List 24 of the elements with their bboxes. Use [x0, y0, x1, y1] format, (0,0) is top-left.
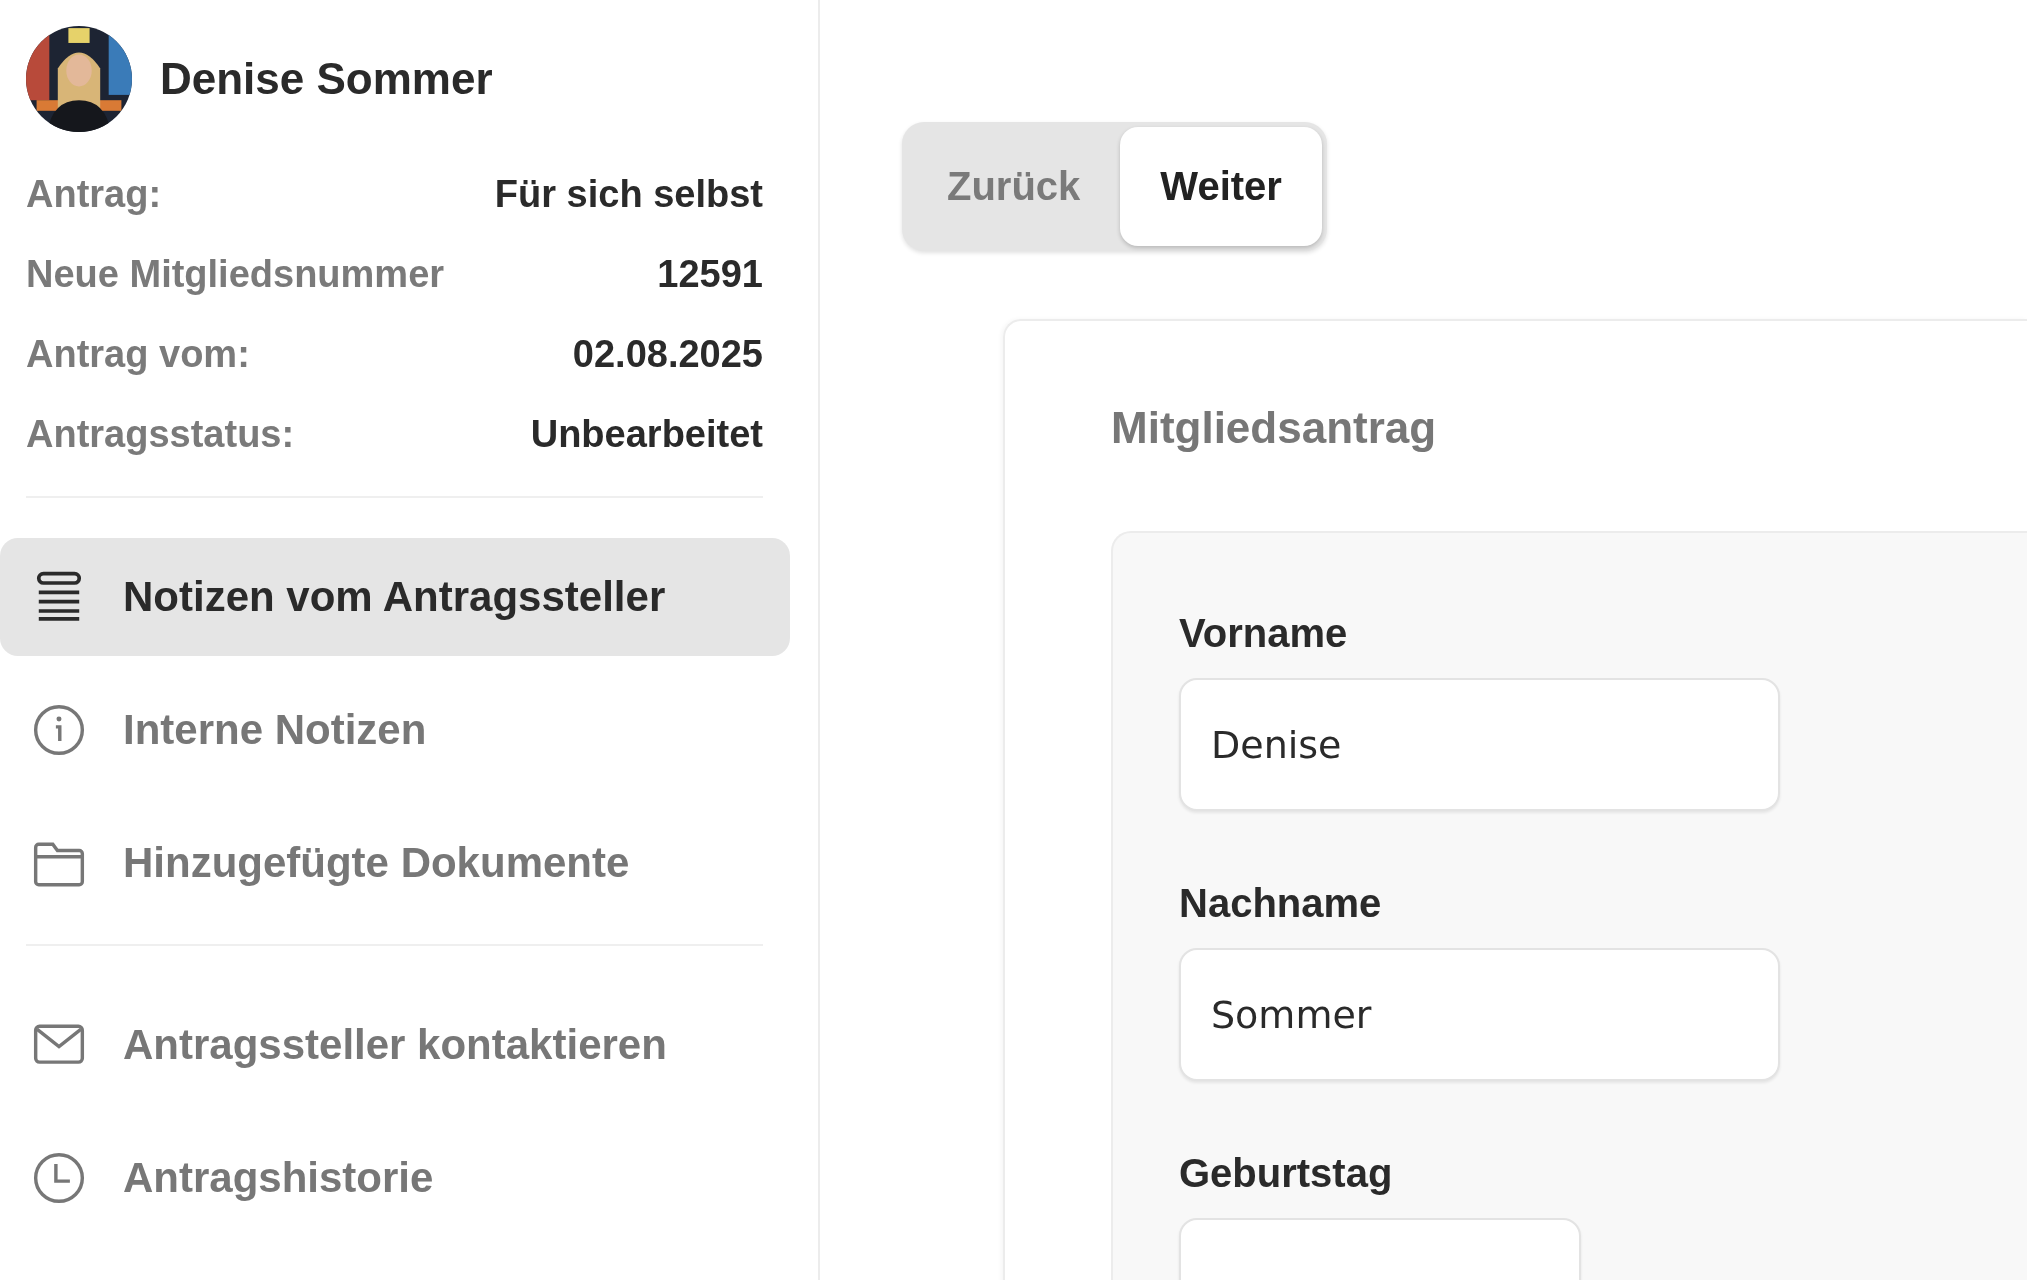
info-value: 02.08.2025 — [572, 332, 763, 376]
sidebar-item[interactable]: Notizen vom Antragssteller — [0, 538, 790, 656]
info-value: Unbearbeitet — [530, 412, 763, 456]
sidebar-item[interactable]: Hinzugefügte Dokumente — [0, 804, 790, 922]
applicant-name: Denise Sommer — [160, 54, 493, 104]
clock-icon — [31, 1150, 87, 1206]
info-label: Antrag: — [26, 172, 162, 216]
field-label: Geburtstag — [1179, 1151, 1394, 1196]
info-value: 12591 — [657, 252, 763, 296]
info-icon — [31, 702, 87, 758]
info-value: Für sich selbst — [494, 172, 763, 216]
back-button[interactable]: Zurück — [907, 127, 1121, 246]
form-title: Mitgliedsantrag — [1111, 403, 1438, 453]
field-label: Nachname — [1179, 881, 1383, 926]
sidebar-item[interactable]: Antragssteller kontaktieren — [0, 986, 790, 1104]
info-label: Neue Mitgliedsnummer — [26, 252, 445, 296]
input-field[interactable]: Sommer — [1179, 948, 1780, 1081]
info-label: Antrag vom: — [26, 332, 250, 376]
sidebar-item[interactable]: Antragshistorie — [0, 1119, 790, 1237]
input-field[interactable]: Denise — [1179, 678, 1780, 811]
sidebar-item[interactable]: Interne Notizen — [0, 671, 790, 789]
info-label: Antragsstatus: — [26, 412, 295, 456]
next-button[interactable]: Weiter — [1120, 127, 1322, 246]
field-label: Vorname — [1179, 611, 1349, 656]
